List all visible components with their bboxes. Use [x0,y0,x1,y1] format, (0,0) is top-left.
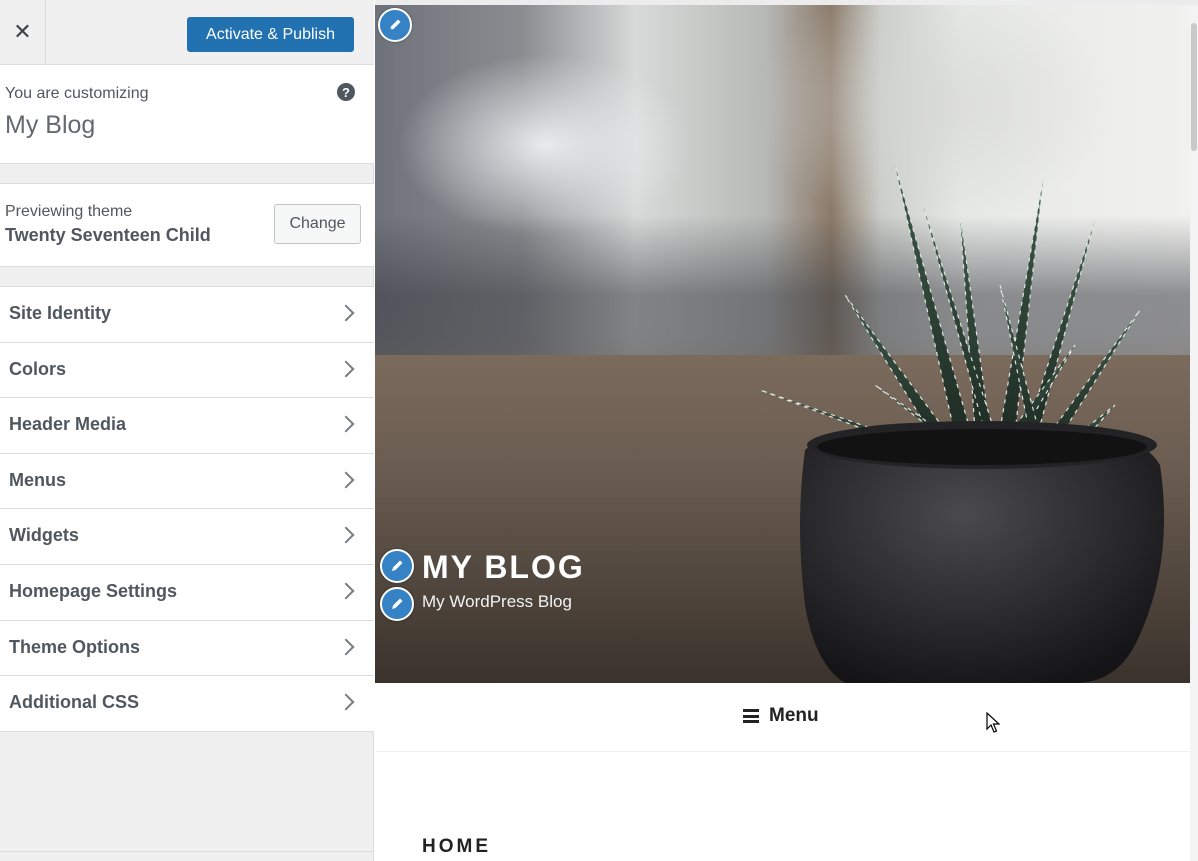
menu-label: Menu [769,705,819,726]
chevron-right-icon [337,582,355,600]
section-widgets[interactable]: Widgets [0,509,374,565]
scrollbar-thumb[interactable] [1191,23,1197,151]
mouse-cursor-icon [986,712,1000,733]
edit-header-media-shortcut[interactable] [378,8,412,42]
site-name-title: My Blog [5,111,96,139]
theme-panel: Previewing theme Twenty Seventeen Child … [0,183,374,267]
section-label: Homepage Settings [9,580,178,601]
section-site-identity[interactable]: Site Identity [0,287,374,343]
pencil-icon [389,19,401,31]
chevron-right-icon [337,471,355,489]
hamburger-icon [743,709,759,723]
customizer-sidebar: ✕ Activate & Publish You are customizing… [0,0,374,861]
theme-name: Twenty Seventeen Child [5,225,211,245]
section-label: Additional CSS [9,692,139,713]
preview-scrollbar[interactable] [1190,5,1198,861]
section-colors[interactable]: Colors [0,342,374,399]
header-media-image: MY BLOG My WordPress Blog [375,5,1190,683]
chevron-right-icon [337,415,355,433]
activate-publish-button[interactable]: Activate & Publish [187,17,354,52]
pencil-icon [392,560,403,571]
chevron-right-icon [337,693,355,711]
site-description: My WordPress Blog [422,592,572,611]
section-header-media[interactable]: Header Media [0,398,374,454]
customizer-sections-list: Site Identity Colors Header Media Menus … [0,286,374,732]
section-label: Theme Options [9,636,141,657]
edit-tagline-shortcut[interactable] [380,587,414,621]
customizing-label: You are customizing [5,85,149,102]
section-menus[interactable]: Menus [0,453,374,510]
menu-toggle-button[interactable]: Menu [743,705,819,727]
navigation-bar: Menu [375,683,1190,752]
section-label: Widgets [9,525,79,546]
customizer-footer [0,851,374,861]
chevron-right-icon [337,638,355,656]
section-label: Site Identity [9,303,112,323]
close-icon[interactable]: ✕ [0,0,46,64]
section-label: Colors [9,358,67,379]
site-preview: MY BLOG My WordPress Blog Menu HOME [375,0,1198,861]
section-additional-css[interactable]: Additional CSS [0,676,374,732]
section-theme-options[interactable]: Theme Options [0,620,374,677]
site-title[interactable]: MY BLOG [422,549,585,586]
page-heading-home: HOME [422,836,491,857]
section-homepage-settings[interactable]: Homepage Settings [0,564,374,621]
customizer-header: ✕ Activate & Publish [0,0,374,65]
change-theme-button[interactable]: Change [274,204,361,244]
pencil-icon [392,598,403,609]
chevron-right-icon [337,304,355,322]
customize-info-panel: You are customizing My Blog ? [0,65,374,164]
chevron-right-icon [337,526,355,544]
section-label: Menus [9,469,67,490]
help-icon[interactable]: ? [337,83,355,101]
edit-site-title-shortcut[interactable] [380,549,414,583]
section-label: Header Media [9,414,127,435]
chevron-right-icon [337,360,355,378]
previewing-theme-label: Previewing theme [5,203,133,220]
